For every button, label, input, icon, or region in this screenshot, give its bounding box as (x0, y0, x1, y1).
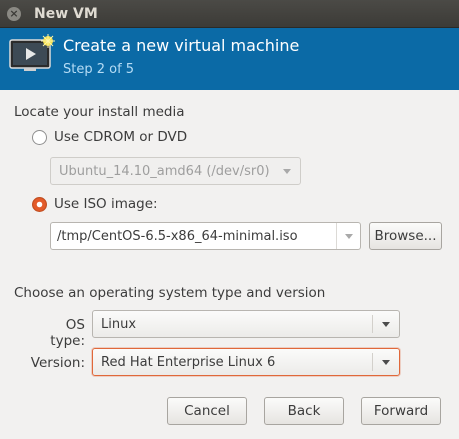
chevron-down-icon (345, 234, 353, 239)
chevron-down-icon (283, 169, 291, 174)
os-type-value: Linux (101, 317, 137, 332)
cdrom-radio[interactable] (32, 130, 47, 145)
window-titlebar: × New VM (0, 0, 459, 28)
iso-radio-label[interactable]: Use ISO image: (54, 196, 158, 212)
wizard-title: Create a new virtual machine (63, 36, 300, 55)
chevron-down-icon (382, 360, 390, 365)
wizard-header: Create a new virtual machine Step 2 of 5 (0, 28, 459, 90)
os-version-label: Version: (30, 355, 85, 371)
os-version-select[interactable]: Red Hat Enterprise Linux 6 (92, 348, 400, 376)
chevron-down-icon (382, 322, 390, 327)
back-button[interactable]: Back (264, 397, 344, 425)
close-icon[interactable]: × (7, 7, 21, 21)
vm-monitor-icon (9, 34, 55, 71)
cdrom-radio-label[interactable]: Use CDROM or DVD (54, 129, 187, 145)
os-type-select[interactable]: Linux (92, 310, 400, 338)
cancel-button[interactable]: Cancel (167, 397, 247, 425)
iso-radio[interactable] (32, 197, 47, 212)
os-section-label: Choose an operating system type and vers… (14, 285, 326, 301)
window-title: New VM (34, 6, 98, 22)
forward-button[interactable]: Forward (361, 397, 441, 425)
iso-history-dropdown[interactable] (336, 223, 360, 249)
os-type-label: OS type: (50, 317, 85, 349)
browse-button[interactable]: Browse... (369, 222, 442, 250)
combo-separator (372, 353, 373, 371)
combo-separator (372, 315, 373, 333)
cdrom-device-value: Ubuntu_14.10_amd64 (/dev/sr0) (59, 164, 270, 179)
iso-path-input[interactable] (57, 227, 332, 246)
wizard-step: Step 2 of 5 (63, 62, 135, 77)
iso-path-combo[interactable] (50, 222, 361, 250)
os-version-value: Red Hat Enterprise Linux 6 (101, 355, 276, 370)
cdrom-device-select: Ubuntu_14.10_amd64 (/dev/sr0) (50, 157, 301, 185)
install-media-label: Locate your install media (14, 104, 185, 120)
